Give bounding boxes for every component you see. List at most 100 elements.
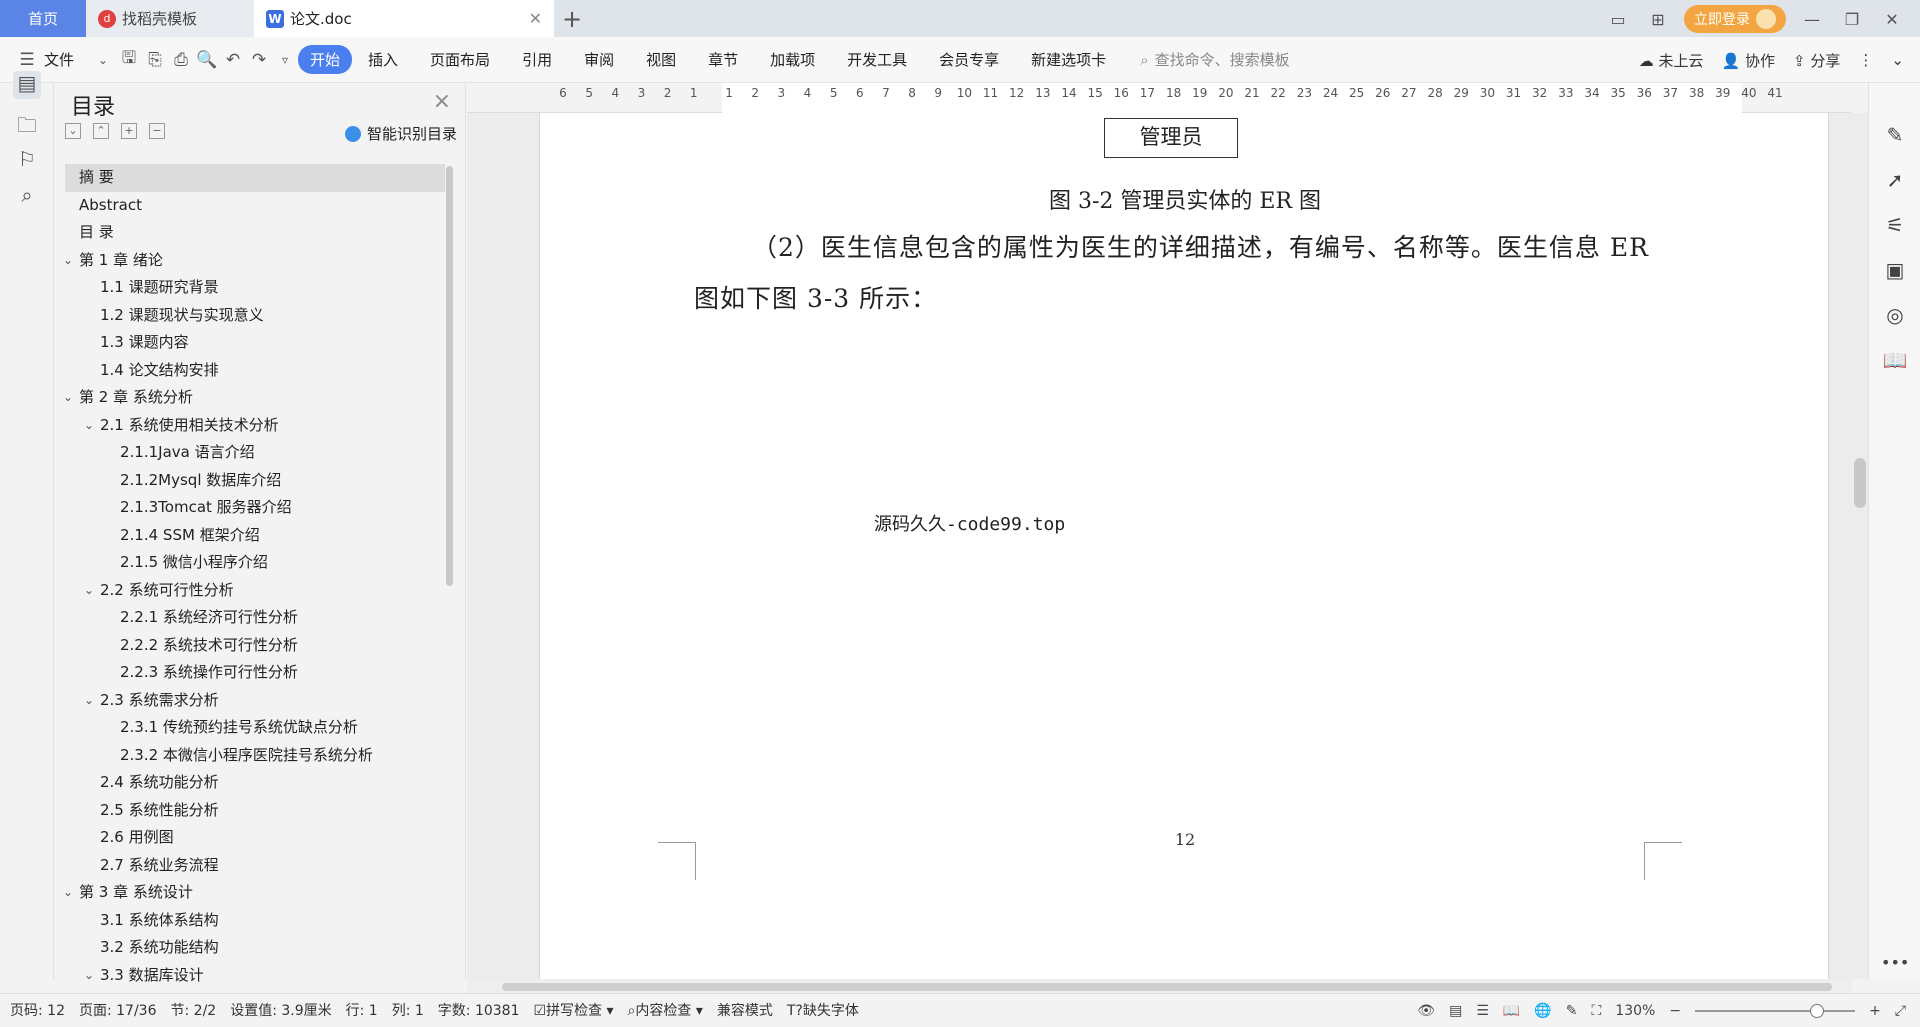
- add-heading-icon[interactable]: +: [121, 123, 137, 139]
- print-icon[interactable]: ⎙: [168, 50, 194, 70]
- toc-item[interactable]: 2.2.2 系统技术可行性分析: [65, 632, 445, 660]
- toc-item[interactable]: ⌄ 2.2 系统可行性分析: [65, 577, 445, 605]
- tab-document[interactable]: W 论文.doc ✕: [254, 0, 554, 37]
- collab-button[interactable]: 👤 协作: [1722, 50, 1775, 71]
- menu-new-tab[interactable]: 新建选项卡: [1015, 49, 1122, 70]
- menu-start[interactable]: 开始: [298, 45, 353, 74]
- menu-addins[interactable]: 加载项: [754, 49, 831, 70]
- missing-font-button[interactable]: T?缺失字体: [787, 1000, 859, 1020]
- toc-item[interactable]: ⌄ 3.3 数据库设计: [65, 962, 445, 990]
- collapse-all-icon[interactable]: ⌃: [93, 123, 109, 139]
- toc-item[interactable]: 目 录: [65, 219, 445, 247]
- page-view-icon[interactable]: ▤: [1449, 1003, 1462, 1019]
- collapse-ribbon-icon[interactable]: ⌄: [1891, 51, 1904, 69]
- zoom-slider[interactable]: [1695, 1003, 1856, 1018]
- expand-all-icon[interactable]: ⌄: [65, 123, 81, 139]
- more-icon[interactable]: ▿: [272, 53, 298, 67]
- toc-scrollbar[interactable]: [446, 166, 453, 586]
- menu-review[interactable]: 审阅: [568, 49, 630, 70]
- cloud-button[interactable]: ☁ 未上云: [1639, 50, 1704, 71]
- toc-item[interactable]: 2.1.4 SSM 框架介绍: [65, 522, 445, 550]
- scroll-thumb[interactable]: [502, 983, 1832, 991]
- zoom-knob[interactable]: [1810, 1003, 1825, 1018]
- fullscreen-icon[interactable]: ⤢: [1895, 1003, 1906, 1019]
- chevron-down-icon[interactable]: ⌄: [63, 879, 73, 907]
- toc-item[interactable]: 2.3.1 传统预约挂号系统优缺点分析: [65, 714, 445, 742]
- bookmark-icon[interactable]: ⚐: [13, 147, 41, 175]
- chevron-down-icon[interactable]: ⌄: [84, 687, 94, 715]
- new-tab-button[interactable]: +: [554, 0, 590, 37]
- fit-page-icon[interactable]: ⛶: [1591, 1003, 1601, 1019]
- grid-icon[interactable]: ⊞: [1644, 10, 1672, 29]
- folder-icon[interactable]: 🗀: [13, 111, 41, 139]
- menu-references[interactable]: 引用: [506, 49, 568, 70]
- toc-item[interactable]: 3.1 系统体系结构: [65, 907, 445, 935]
- chevron-down-icon[interactable]: ⌄: [63, 247, 73, 275]
- toc-item[interactable]: 2.3.2 本微信小程序医院挂号系统分析: [65, 742, 445, 770]
- chevron-down-icon[interactable]: ⌄: [84, 962, 94, 990]
- toc-item[interactable]: 1.2 课题现状与实现意义: [65, 302, 445, 330]
- toc-item[interactable]: 2.1.3Tomcat 服务器介绍: [65, 494, 445, 522]
- zoom-out-icon[interactable]: −: [1669, 1003, 1681, 1019]
- tab-templates[interactable]: d 找稻壳模板: [86, 0, 254, 37]
- eye-icon[interactable]: 👁: [1417, 1003, 1435, 1019]
- redo-icon[interactable]: ↷: [246, 50, 272, 70]
- compass-icon[interactable]: ◎: [1881, 303, 1909, 327]
- toc-item[interactable]: 3.2 系统功能结构: [65, 934, 445, 962]
- pen-icon[interactable]: ✎: [1881, 123, 1909, 147]
- toc-item[interactable]: 2.4 系统功能分析: [65, 769, 445, 797]
- toc-panel-icon[interactable]: ▤: [13, 71, 41, 99]
- close-tab-icon[interactable]: ✕: [529, 9, 542, 28]
- toc-item[interactable]: 2.7 系统业务流程: [65, 852, 445, 880]
- command-search[interactable]: ⌕ 查找命令、搜索模板: [1140, 49, 1289, 70]
- restore-icon[interactable]: ❐: [1838, 10, 1866, 29]
- file-menu[interactable]: 文件: [40, 49, 90, 70]
- toc-item[interactable]: 1.1 课题研究背景: [65, 274, 445, 302]
- menu-page-layout[interactable]: 页面布局: [414, 49, 506, 70]
- reading-view-icon[interactable]: 📖: [1503, 1003, 1520, 1019]
- toc-item[interactable]: ⌄ 2.1 系统使用相关技术分析: [65, 412, 445, 440]
- find-icon[interactable]: ⌕: [13, 183, 41, 211]
- book-icon[interactable]: 📖: [1881, 348, 1909, 372]
- close-window-icon[interactable]: ✕: [1878, 10, 1906, 29]
- toc-item[interactable]: 2.2.1 系统经济可行性分析: [65, 604, 445, 632]
- export-icon[interactable]: ⎘: [142, 50, 168, 70]
- toc-item[interactable]: 2.6 用例图: [65, 824, 445, 852]
- remove-heading-icon[interactable]: −: [149, 123, 165, 139]
- more-options-icon[interactable]: ⋮: [1858, 51, 1873, 69]
- print-preview-icon[interactable]: 🔍: [194, 50, 220, 70]
- layout-icon[interactable]: ▭: [1604, 10, 1632, 29]
- share-button[interactable]: ⇪ 分享: [1793, 50, 1840, 71]
- horizontal-scrollbar[interactable]: [467, 979, 1852, 993]
- horizontal-ruler[interactable]: 6 5 4 3 2 1 1 2 3 4 5 6 7 8 9 10 11 12 13 14 15 16 17 18 19 20 21 2…: [467, 83, 1852, 113]
- hamburger-icon[interactable]: ☰: [14, 50, 40, 70]
- adjust-icon[interactable]: ⚟: [1881, 213, 1909, 237]
- toc-item[interactable]: 2.1.5 微信小程序介绍: [65, 549, 445, 577]
- toc-item[interactable]: ⌄ 第 2 章 系统分析: [63, 384, 445, 412]
- menu-insert[interactable]: 插入: [352, 49, 414, 70]
- menu-developer[interactable]: 开发工具: [831, 49, 923, 70]
- menu-chapter[interactable]: 章节: [692, 49, 754, 70]
- toc-item[interactable]: 1.3 课题内容: [65, 329, 445, 357]
- status-word-count[interactable]: 字数: 10381: [438, 1000, 520, 1020]
- chevron-down-icon[interactable]: ⌄: [90, 53, 116, 67]
- save-icon[interactable]: 🖫: [116, 45, 142, 74]
- menu-view[interactable]: 视图: [630, 49, 692, 70]
- more-horizontal-icon[interactable]: •••: [1881, 953, 1909, 972]
- web-view-icon[interactable]: 🌐: [1534, 1003, 1551, 1019]
- smart-toc-button[interactable]: 智能识别目录: [344, 123, 457, 144]
- close-icon[interactable]: ×: [433, 89, 451, 114]
- undo-icon[interactable]: ↶: [220, 50, 246, 70]
- minimize-icon[interactable]: —: [1798, 10, 1826, 29]
- status-pages[interactable]: 页面: 17/36: [79, 1000, 157, 1020]
- pointer-icon[interactable]: ➚: [1881, 168, 1909, 192]
- image-icon[interactable]: ▣: [1881, 258, 1909, 282]
- toc-item[interactable]: ⌄ 2.3 系统需求分析: [65, 687, 445, 715]
- zoom-in-icon[interactable]: +: [1869, 1003, 1881, 1019]
- zoom-level[interactable]: 130%: [1615, 1003, 1655, 1019]
- toc-item[interactable]: 摘 要: [65, 164, 445, 192]
- toc-item[interactable]: 1.4 论文结构安排: [65, 357, 445, 385]
- vertical-scrollbar[interactable]: [1852, 113, 1868, 979]
- toc-item[interactable]: 2.5 系统性能分析: [65, 797, 445, 825]
- document-page[interactable]: 管理员 图 3-2 管理员实体的 ER 图 （2）医生信息包含的属性为医生的详细…: [539, 113, 1829, 979]
